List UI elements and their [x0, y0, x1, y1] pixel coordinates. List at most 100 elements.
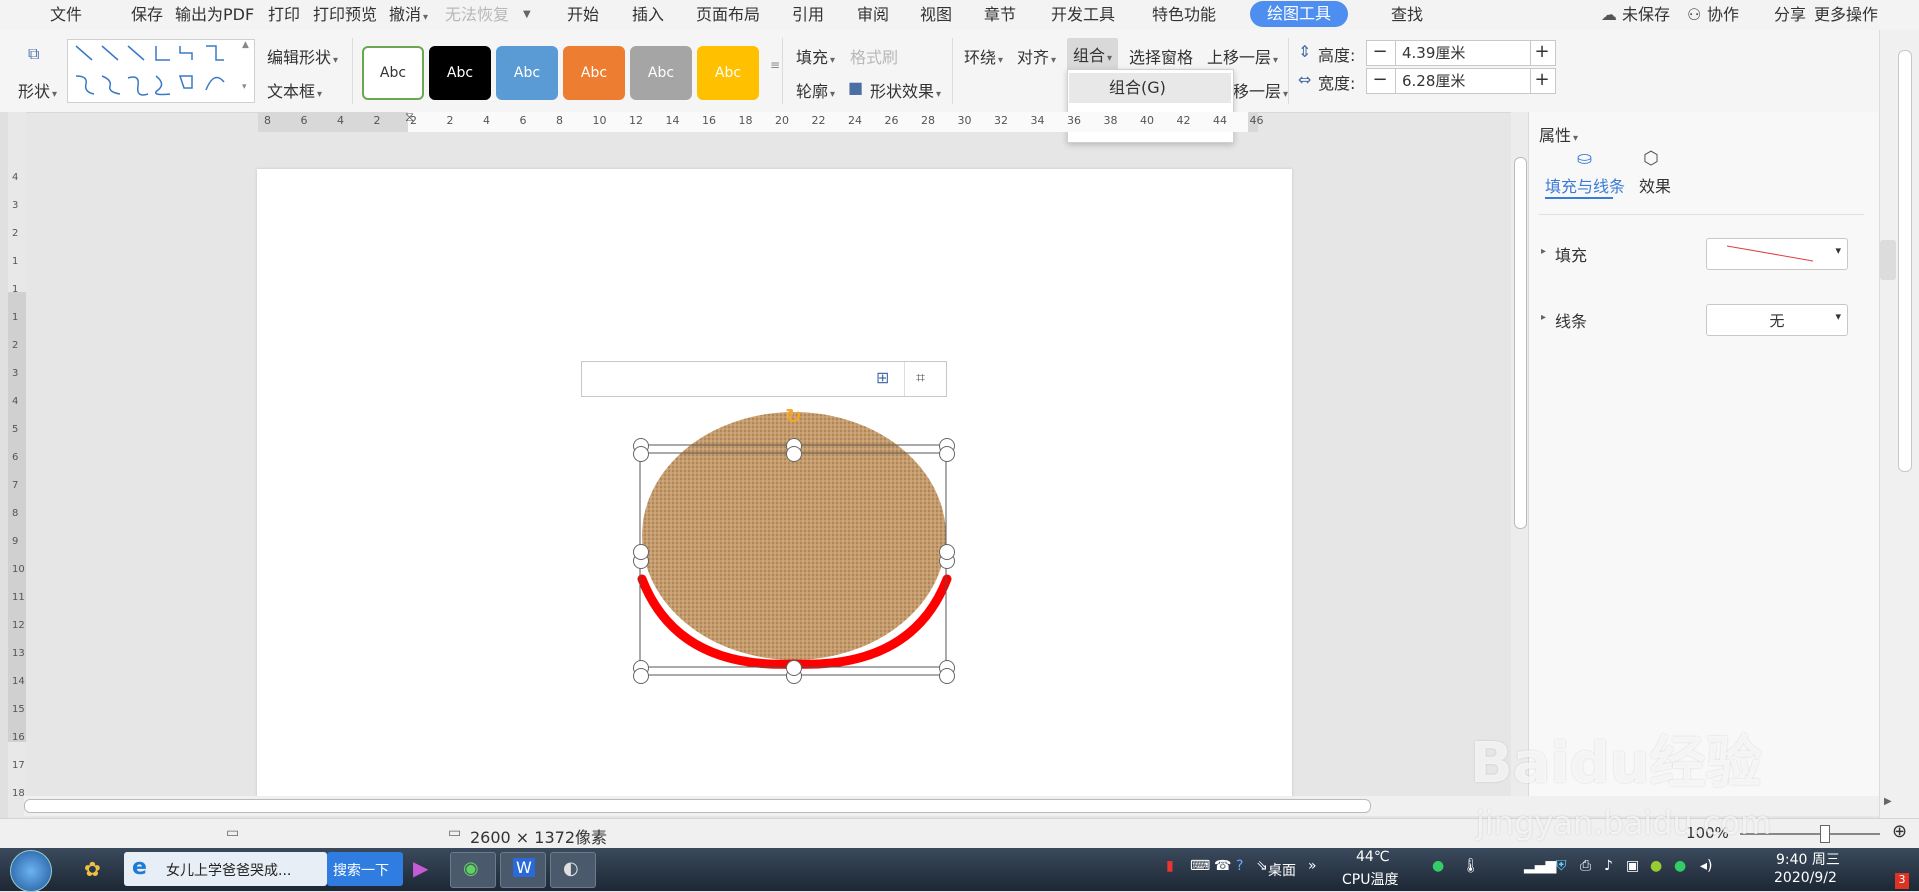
tab-drawing-tools[interactable]: 绘图工具	[1250, 1, 1348, 27]
indent-marker-icon[interactable]: ⧖	[405, 110, 414, 125]
group-button[interactable]: 组合	[1067, 38, 1119, 70]
tab-start[interactable]: 开始	[567, 3, 599, 27]
style-gallery-more-icon[interactable]: ≡	[770, 58, 780, 72]
quick-access-dropdown-icon[interactable]: ▼	[523, 3, 531, 27]
width-increase-button[interactable]: +	[1529, 69, 1555, 93]
tab-developer[interactable]: 开发工具	[1051, 3, 1115, 27]
app-icon[interactable]: ✿	[84, 857, 101, 881]
desktop-label[interactable]: 桌面	[1268, 860, 1296, 880]
panel-title[interactable]: 属性	[1539, 122, 1578, 146]
tab-special-features[interactable]: 特色功能	[1152, 3, 1216, 27]
tab-chapter[interactable]: 章节	[984, 3, 1016, 27]
bring-forward-button[interactable]: 上移一层	[1207, 44, 1278, 68]
taskbar-ie-window[interactable]: e 女儿上学爸爸哭成...	[124, 852, 327, 886]
zoom-in-icon[interactable]: ⊕	[1892, 821, 1907, 842]
rotate-handle-icon[interactable]: ↻	[785, 404, 802, 428]
width-stepper[interactable]: − 6.28厘米 +	[1366, 68, 1556, 94]
print-preview-button[interactable]: 打印预览	[313, 3, 377, 27]
edit-shape-button[interactable]: 编辑形状	[267, 44, 338, 68]
shape-style-1[interactable]: Abc	[362, 46, 424, 100]
taskbar-wps-button[interactable]: W	[500, 852, 546, 888]
align-button[interactable]: 对齐	[1017, 44, 1056, 68]
fill-dropdown-icon[interactable]: ▾	[1835, 244, 1841, 257]
resize-handle[interactable]	[633, 446, 649, 462]
fill-button[interactable]: 填充	[796, 44, 835, 68]
collaborate-button[interactable]: 协作	[1707, 3, 1739, 27]
outline-button[interactable]: 轮廓	[796, 78, 835, 102]
resize-handle[interactable]	[939, 446, 955, 462]
scroll-right-icon[interactable]: ▶	[1884, 796, 1892, 807]
line-dropdown-icon[interactable]: ▾	[1835, 310, 1841, 323]
wrap-button[interactable]: 环绕	[964, 44, 1003, 68]
tab-review[interactable]: 审阅	[857, 3, 889, 27]
tab-insert[interactable]: 插入	[632, 3, 664, 27]
sidebar-scrollbar-thumb[interactable]	[1898, 50, 1912, 472]
tab-references[interactable]: 引用	[792, 3, 824, 27]
taskbar-browser-button[interactable]: ◉	[450, 852, 496, 888]
width-decrease-button[interactable]: −	[1367, 69, 1393, 93]
tray-wechat-icon[interactable]: ●	[1674, 858, 1686, 874]
resize-handle[interactable]	[786, 660, 802, 676]
tab-page-layout[interactable]: 页面布局	[696, 3, 760, 27]
tray-pdf-icon[interactable]: ▮	[1166, 858, 1174, 874]
clock-date[interactable]: 2020/9/2	[1774, 870, 1837, 886]
height-stepper[interactable]: − 4.39厘米 +	[1366, 40, 1556, 66]
zoom-slider-thumb[interactable]	[1820, 825, 1830, 843]
share-button[interactable]: 分享	[1774, 3, 1806, 27]
export-pdf-button[interactable]: 输出为PDF	[175, 3, 254, 27]
tab-view[interactable]: 视图	[920, 3, 952, 27]
textbox-button[interactable]: 文本框	[267, 78, 322, 102]
tray-help-icon[interactable]: ?	[1236, 858, 1243, 874]
shape-button[interactable]: 形状	[18, 78, 57, 102]
unsaved-status[interactable]: 未保存	[1622, 3, 1670, 27]
tray-thermometer-icon[interactable]: 🌡	[1462, 858, 1480, 874]
tray-volume-icon[interactable]: ♪	[1604, 858, 1613, 874]
tab-effect[interactable]: 效果	[1639, 173, 1671, 197]
resize-handle[interactable]	[633, 544, 649, 560]
tray-display-icon[interactable]: ▣	[1626, 858, 1639, 874]
fill-combo[interactable]: ▾	[1706, 238, 1848, 270]
height-decrease-button[interactable]: −	[1367, 41, 1393, 65]
shape-style-3[interactable]: Abc	[496, 46, 558, 100]
shape-icon[interactable]: ⧉	[28, 44, 39, 64]
scrollbar-thumb[interactable]	[1514, 157, 1527, 529]
print-button[interactable]: 打印	[268, 3, 300, 27]
undo-button[interactable]: 撤消	[389, 3, 428, 27]
resize-handle[interactable]	[939, 544, 955, 560]
tab-fill-and-line[interactable]: 填充与线条	[1545, 173, 1625, 197]
tray-shield-icon[interactable]: ⛨	[1556, 858, 1567, 874]
shape-effect-button[interactable]: 形状效果	[870, 78, 941, 102]
search-taskbar-button[interactable]: 搜索一下	[327, 852, 403, 886]
selected-shape-group[interactable]	[257, 169, 1292, 799]
height-increase-button[interactable]: +	[1529, 41, 1555, 65]
resize-handle[interactable]	[939, 668, 955, 684]
tray-green-icon[interactable]: ●	[1650, 858, 1662, 874]
selection-pane-button[interactable]: 选择窗格	[1129, 44, 1193, 68]
send-backward-button[interactable]: 移一层	[1233, 78, 1288, 102]
shape-style-6[interactable]: Abc	[697, 46, 759, 100]
gallery-more-icon[interactable]: ▾	[242, 82, 247, 92]
width-input[interactable]: 6.28厘米	[1395, 69, 1531, 93]
gallery-up-icon[interactable]: ▲	[242, 40, 249, 50]
shape-style-4[interactable]: Abc	[563, 46, 625, 100]
start-button[interactable]	[10, 850, 52, 892]
tray-expand-icon[interactable]: »	[1308, 858, 1317, 874]
shape-style-5[interactable]: Abc	[630, 46, 692, 100]
menu-item-group[interactable]: 组合(G)	[1069, 73, 1231, 103]
resize-handle[interactable]	[633, 668, 649, 684]
horizontal-scrollbar-thumb[interactable]	[24, 799, 1371, 813]
menu-file[interactable]: 文件	[50, 3, 82, 27]
format-painter-button[interactable]: 格式刷	[850, 44, 898, 68]
media-player-icon[interactable]: ▶	[413, 856, 428, 880]
tray-speaker-icon[interactable]: ◂)	[1700, 858, 1713, 874]
save-button[interactable]: 保存	[131, 3, 163, 27]
fill-expand-icon[interactable]: ▸	[1541, 246, 1546, 257]
find-button[interactable]: 查找	[1391, 3, 1423, 27]
tray-phone-icon[interactable]: ☎	[1214, 858, 1231, 874]
horizontal-scrollbar[interactable]: ▶	[24, 796, 1892, 816]
tray-arrow-icon[interactable]: ⇘	[1256, 858, 1268, 874]
shape-style-2[interactable]: Abc	[429, 46, 491, 100]
document-scrollbar[interactable]	[1511, 112, 1528, 802]
sidebar-collapse-handle[interactable]	[1880, 240, 1896, 280]
line-expand-icon[interactable]: ▸	[1541, 312, 1546, 323]
